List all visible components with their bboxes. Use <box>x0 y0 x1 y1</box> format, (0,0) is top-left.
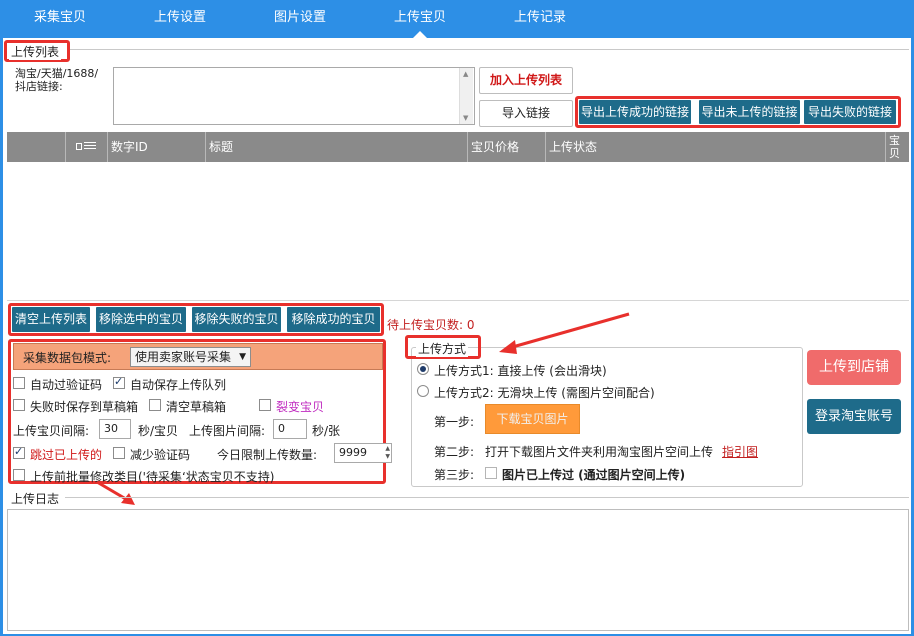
image-interval-unit: 秒/张 <box>312 424 341 438</box>
step1-label: 第一步: <box>434 415 475 429</box>
clear-drafts-checkbox[interactable] <box>149 399 161 411</box>
upload-mode-title: 上传方式 <box>416 340 469 357</box>
column-item[interactable]: 宝贝 <box>885 132 909 162</box>
tab-label: 采集宝贝 <box>33 10 86 25</box>
remove-failed-button[interactable]: 移除失败的宝贝 <box>192 307 281 332</box>
login-taobao-button[interactable]: 登录淘宝账号 <box>807 399 901 434</box>
daily-limit-input[interactable]: 9999 ▲ ▼ <box>334 443 392 463</box>
item-interval-unit: 秒/宝贝 <box>138 424 179 438</box>
tab-label: 上传设置 <box>153 10 206 25</box>
images-uploaded-label: 图片已上传过 (通过图片空间上传) <box>502 468 686 482</box>
item-interval-label: 上传宝贝间隔: <box>13 424 90 438</box>
remove-selected-button[interactable]: 移除选中的宝贝 <box>96 307 186 332</box>
upload-mode-1-label: 上传方式1: 直接上传 (会出滑块) <box>434 364 607 378</box>
auto-captcha-checkbox[interactable] <box>13 377 25 389</box>
batch-modify-category-label: 上传前批量修改类目('待采集‘状态宝贝不支持) <box>30 470 275 484</box>
url-label: 淘宝/天猫/1688/ 抖店链接: <box>15 67 99 93</box>
annotation-arrow-icon <box>499 312 630 354</box>
item-interval-input[interactable]: 30 <box>99 419 131 439</box>
tab-label: 图片设置 <box>273 10 326 25</box>
step3-label: 第三步: <box>434 468 475 482</box>
tab-collect-items[interactable]: 采集宝贝 <box>0 0 120 38</box>
url-input[interactable] <box>113 67 475 125</box>
reduce-captcha-label: 减少验证码 <box>130 448 191 462</box>
main-panel: 上传列表 淘宝/天猫/1688/ 抖店链接: ▲ ▼ 加入上传列表 导入链接 导出… <box>3 38 911 634</box>
table-bottom-divider <box>7 300 909 301</box>
collect-mode-label: 采集数据包模式: <box>23 351 112 365</box>
top-navigation: 采集宝贝 上传设置 图片设置 上传宝贝 上传记录 <box>0 0 914 38</box>
import-links-button[interactable]: 导入链接 <box>479 100 573 127</box>
upload-log-title: 上传日志 <box>9 490 62 507</box>
collect-mode-select[interactable]: 使用卖家账号采集 ▼ <box>130 347 251 367</box>
column-price[interactable]: 宝贝价格 <box>467 132 545 162</box>
save-draft-on-fail-label: 失败时保存到草稿箱 <box>30 400 139 414</box>
download-images-button[interactable]: 下载宝贝图片 <box>485 404 580 434</box>
upload-mode-2-radio[interactable] <box>417 385 429 397</box>
column-title[interactable]: 标题 <box>205 132 467 162</box>
annotation-arrow-icon <box>96 480 135 505</box>
upload-log-area[interactable] <box>7 509 909 631</box>
remove-success-button[interactable]: 移除成功的宝贝 <box>287 307 380 332</box>
skip-uploaded-label: 跳过已上传的 <box>30 448 103 462</box>
export-not-uploaded-button[interactable]: 导出未上传的链接 <box>699 100 800 124</box>
tab-upload-history[interactable]: 上传记录 <box>480 0 600 38</box>
daily-limit-value: 9999 <box>339 446 367 459</box>
tab-label: 上传宝贝 <box>393 10 446 25</box>
reduce-captcha-checkbox[interactable] <box>113 447 125 459</box>
collect-mode-value: 使用卖家账号采集 <box>135 350 232 364</box>
auto-save-queue-checkbox[interactable] <box>113 375 125 389</box>
column-numeric-id[interactable]: 数字ID <box>107 132 205 162</box>
pending-count: 待上传宝贝数: 0 <box>387 318 475 332</box>
tab-upload-settings[interactable]: 上传设置 <box>120 0 240 38</box>
items-table-header: 数字ID 标题 宝贝价格 上传状态 宝贝 <box>7 132 909 162</box>
items-table-body[interactable] <box>7 162 909 300</box>
upload-mode-2-label: 上传方式2: 无滑块上传 (需图片空间配合) <box>434 386 655 400</box>
export-failed-links-button[interactable]: 导出失败的链接 <box>804 100 896 124</box>
group-divider <box>65 497 909 498</box>
upload-to-shop-button[interactable]: 上传到店铺 <box>807 350 901 385</box>
select-all-icon[interactable] <box>75 141 98 152</box>
tab-label: 上传记录 <box>513 10 566 25</box>
clear-list-button[interactable]: 清空上传列表 <box>12 307 90 332</box>
skip-uploaded-checkbox[interactable] <box>13 445 25 459</box>
export-success-links-button[interactable]: 导出上传成功的链接 <box>579 100 691 124</box>
tab-upload-items[interactable]: 上传宝贝 <box>360 0 480 38</box>
auto-captcha-label: 自动过验证码 <box>30 378 103 392</box>
upload-mode-1-radio[interactable] <box>417 363 429 375</box>
column-upload-status[interactable]: 上传状态 <box>545 132 885 162</box>
step2-text: 打开下载图片文件夹利用淘宝图片空间上传 <box>485 445 714 459</box>
auto-save-queue-label: 自动保存上传队列 <box>130 378 227 392</box>
group-divider <box>69 49 909 50</box>
guide-image-link[interactable]: 指引图 <box>722 443 758 460</box>
clear-drafts-label: 清空草稿箱 <box>166 400 227 414</box>
image-interval-label: 上传图片间隔: <box>189 424 266 438</box>
active-tab-caret-icon <box>413 31 427 38</box>
image-interval-input[interactable]: 0 <box>273 419 307 439</box>
images-uploaded-checkbox[interactable] <box>485 467 497 479</box>
split-item-checkbox[interactable] <box>259 399 271 411</box>
step2-label: 第二步: <box>434 445 475 459</box>
add-to-list-button[interactable]: 加入上传列表 <box>479 67 573 94</box>
daily-limit-label: 今日限制上传数量: <box>217 448 318 462</box>
save-draft-on-fail-checkbox[interactable] <box>13 399 25 411</box>
split-item-label: 裂变宝贝 <box>276 400 325 414</box>
batch-modify-category-checkbox[interactable] <box>13 469 25 481</box>
url-scrollbar[interactable]: ▲ ▼ <box>459 68 473 124</box>
stepper-icon[interactable]: ▲ ▼ <box>385 445 390 461</box>
upload-list-title: 上传列表 <box>9 43 62 60</box>
select-all-column[interactable] <box>65 132 107 162</box>
tab-image-settings[interactable]: 图片设置 <box>240 0 360 38</box>
chevron-down-icon: ▼ <box>239 352 246 362</box>
